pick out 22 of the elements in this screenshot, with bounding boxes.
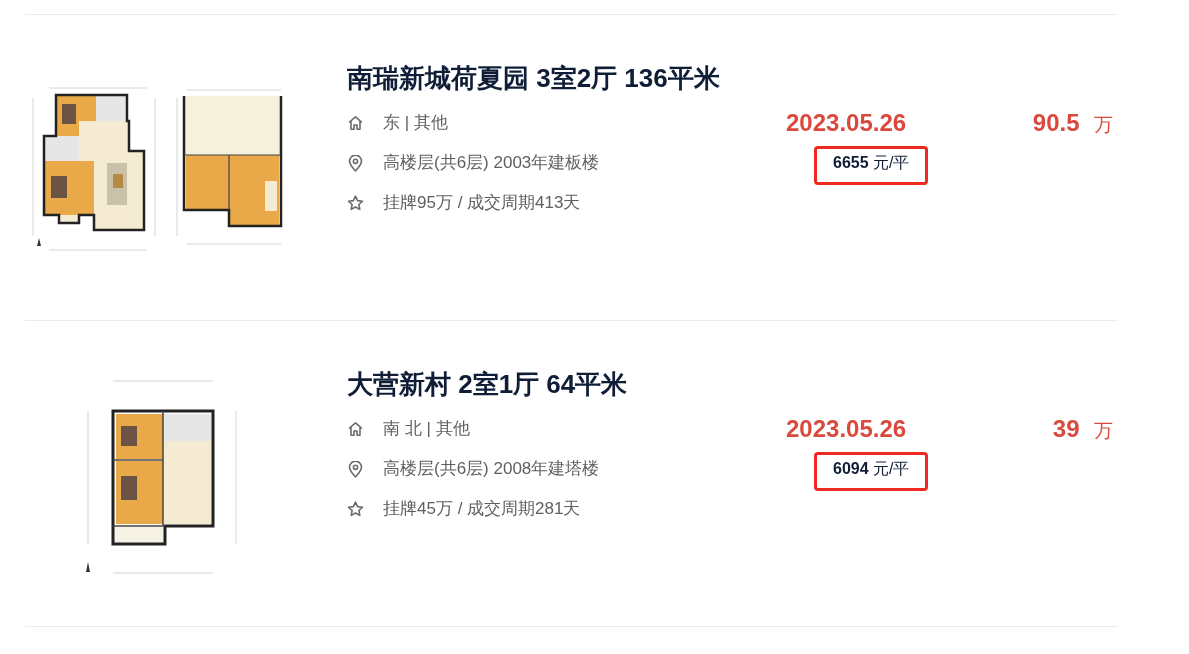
detail-text: 高楼层(共6层) 2003年建板楼 [383,152,600,174]
price-unit: 万 [1094,114,1113,135]
detail-text: 高楼层(共6层) 2008年建塔楼 [383,458,600,480]
deal-date: 2023.05.26 [786,108,908,138]
map-pin-icon [347,460,364,478]
listing-title[interactable]: 南瑞新城荷夏园 3室2厅 136平米 [347,61,786,95]
total-price: 90.5 [1032,109,1080,136]
price-unit: 万 [1094,420,1113,441]
house-icon [347,421,364,437]
map-pin-icon [347,154,364,172]
star-icon [347,501,364,517]
star-icon [347,195,364,211]
detail-text: 挂牌45万 / 成交周期281天 [383,498,581,520]
unit-price: 6094 元/平 [833,460,910,477]
detail-text: 挂牌95万 / 成交周期413天 [383,192,581,214]
house-icon [347,115,364,131]
deal-date: 2023.05.26 [786,414,908,444]
detail-text: 东 | 其他 [383,112,448,134]
total-price: 39 [1052,415,1080,442]
unit-price: 6655 元/平 [833,154,910,171]
detail-text: 南 北 | 其他 [383,418,470,440]
listing-title[interactable]: 大营新村 2室1厅 64平米 [347,367,786,401]
